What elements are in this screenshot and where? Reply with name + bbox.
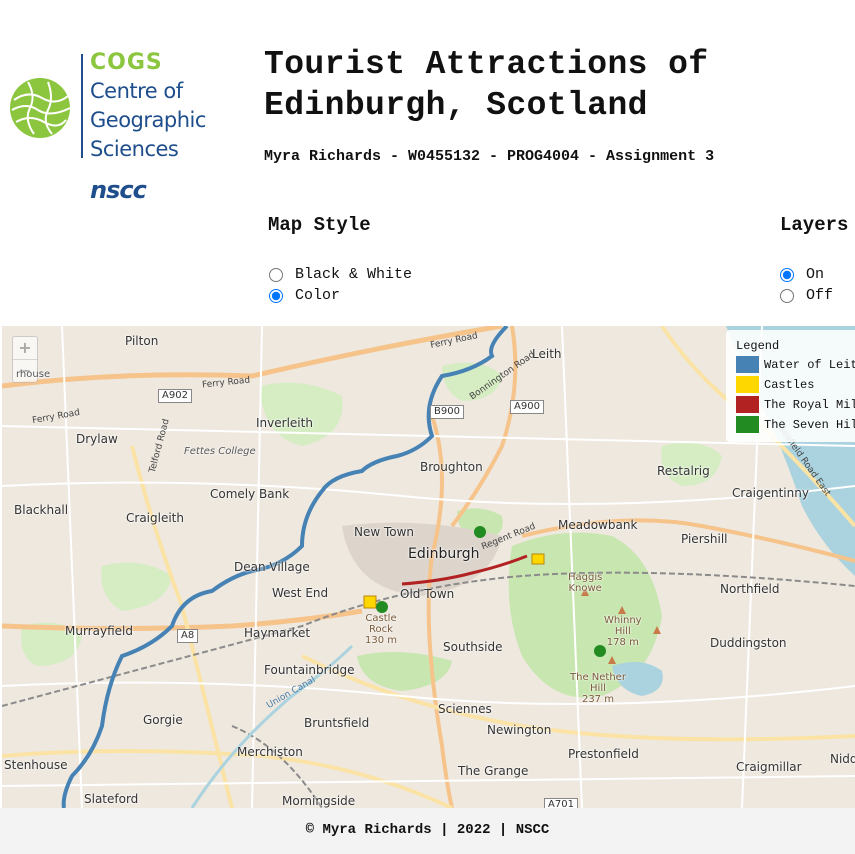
legend-label: The Royal Mile bbox=[764, 397, 855, 412]
peak-label: The Nether Hill 237 m bbox=[570, 672, 626, 705]
place-label: Inverleith bbox=[256, 416, 313, 430]
radio-color-input[interactable] bbox=[269, 288, 283, 303]
place-label: rhouse bbox=[16, 369, 51, 380]
layers-heading: Layers bbox=[780, 214, 849, 236]
map-legend: Legend Water of Leith Castles The Royal … bbox=[726, 330, 855, 442]
place-label: Merchiston bbox=[237, 745, 303, 759]
page-subtitle: Myra Richards - W0455132 - PROG4004 - As… bbox=[264, 148, 715, 165]
legend-item-seven-hills: The Seven Hills bbox=[736, 416, 855, 433]
place-label: Piershill bbox=[681, 532, 728, 546]
page-footer: © Myra Richards | 2022 | NSCC bbox=[0, 808, 855, 854]
place-label: Restalrig bbox=[657, 464, 710, 478]
logo-divider bbox=[81, 54, 83, 158]
legend-item-royal-mile: The Royal Mile bbox=[736, 396, 855, 413]
place-label: Prestonfield bbox=[568, 747, 639, 761]
place-label: Leith bbox=[532, 347, 562, 361]
place-label: Dean Village bbox=[234, 560, 310, 574]
logo-line-2: Geographic bbox=[90, 108, 206, 132]
footer-text: © Myra Richards | 2022 | NSCC bbox=[305, 822, 550, 838]
hill-marker-castle-rock[interactable] bbox=[376, 601, 388, 613]
place-label: Craigmillar bbox=[736, 760, 802, 774]
place-label: Old Town bbox=[400, 587, 455, 601]
place-label: Broughton bbox=[420, 460, 483, 474]
place-label: Craigleith bbox=[126, 511, 184, 525]
place-label: Haymarket bbox=[244, 626, 311, 640]
radio-layers-on[interactable]: On bbox=[780, 266, 824, 283]
radio-layers-off-input[interactable] bbox=[780, 288, 794, 303]
hill-marker-calton-hill[interactable] bbox=[474, 526, 486, 538]
place-label: Gorgie bbox=[143, 713, 183, 727]
road-shield: A701 bbox=[544, 798, 578, 808]
radio-black-white-label: Black & White bbox=[295, 266, 413, 283]
road-shield: B900 bbox=[430, 405, 464, 419]
place-label: Fettes College bbox=[184, 446, 256, 457]
zoom-in-button[interactable]: + bbox=[13, 337, 37, 359]
radio-black-white-input[interactable] bbox=[269, 267, 283, 282]
castle-marker-holyrood[interactable] bbox=[531, 553, 545, 565]
legend-label: Water of Leith bbox=[764, 357, 855, 372]
road-shield: A900 bbox=[510, 400, 544, 414]
legend-label: The Seven Hills bbox=[764, 417, 855, 432]
place-label: Stenhouse bbox=[4, 758, 68, 772]
place-label: Drylaw bbox=[76, 432, 118, 446]
radio-black-white[interactable]: Black & White bbox=[269, 266, 412, 283]
radio-layers-on-label: On bbox=[806, 266, 825, 283]
legend-swatch bbox=[736, 356, 759, 373]
radio-layers-off-label: Off bbox=[806, 287, 834, 304]
place-label: Newington bbox=[487, 723, 552, 737]
legend-item-castles: Castles bbox=[736, 376, 814, 393]
place-label: Craigentinny bbox=[732, 486, 809, 500]
legend-item-water-of-leith: Water of Leith bbox=[736, 356, 855, 373]
logo-nscc: nscc bbox=[90, 176, 147, 204]
road-shield: A8 bbox=[177, 629, 199, 643]
legend-label: Castles bbox=[764, 377, 815, 392]
peak-label: Castle Rock 130 m bbox=[365, 613, 398, 646]
title-line-1: Tourist Attractions of bbox=[264, 46, 709, 83]
map-style-heading: Map Style bbox=[268, 214, 371, 236]
radio-color[interactable]: Color bbox=[269, 287, 340, 304]
cogs-logo: COGS Centre of Geographic Sciences nscc bbox=[4, 48, 234, 208]
logo-line-1: Centre of bbox=[90, 79, 183, 103]
logo-cogs-text: COGS bbox=[90, 50, 163, 75]
place-label: Slateford bbox=[84, 792, 139, 806]
legend-swatch bbox=[736, 396, 759, 413]
place-label: New Town bbox=[354, 525, 415, 539]
place-label: West End bbox=[272, 586, 329, 600]
peak-label: Haggis Knowe bbox=[568, 572, 603, 594]
peak-label: Whinny Hill 178 m bbox=[604, 615, 642, 648]
place-label: Bruntsfield bbox=[304, 716, 370, 730]
place-label: Fountainbridge bbox=[264, 663, 355, 677]
place-label: Sciennes bbox=[438, 702, 492, 716]
place-label: Nidd bbox=[830, 752, 855, 766]
place-label: Northfield bbox=[720, 582, 780, 596]
place-label: Comely Bank bbox=[210, 487, 290, 501]
place-label: Southside bbox=[443, 640, 503, 654]
place-label: Blackhall bbox=[14, 503, 69, 517]
globe-logo-icon bbox=[10, 78, 71, 138]
place-label: The Grange bbox=[458, 764, 529, 778]
place-label: Edinburgh bbox=[408, 546, 480, 562]
map-view[interactable]: + − Pilton Leith rhouse Inverleith Dryla… bbox=[2, 326, 855, 808]
radio-color-label: Color bbox=[295, 287, 341, 304]
legend-title: Legend bbox=[736, 339, 780, 353]
page-title: Tourist Attractions of Edinburgh, Scotla… bbox=[264, 44, 824, 126]
road-shield: A902 bbox=[158, 389, 192, 403]
logo-line-3: Sciences bbox=[90, 137, 179, 161]
title-line-2: Edinburgh, Scotland bbox=[264, 87, 648, 124]
legend-swatch bbox=[736, 376, 759, 393]
place-label: Pilton bbox=[125, 334, 159, 348]
radio-layers-off[interactable]: Off bbox=[780, 287, 833, 304]
place-label: Murrayfield bbox=[65, 624, 133, 638]
legend-swatch bbox=[736, 416, 759, 433]
place-label: Morningside bbox=[282, 794, 356, 808]
place-label: Duddingston bbox=[710, 636, 787, 650]
radio-layers-on-input[interactable] bbox=[780, 267, 794, 282]
place-label: Meadowbank bbox=[558, 518, 638, 532]
castle-marker-edinburgh[interactable] bbox=[363, 595, 377, 609]
